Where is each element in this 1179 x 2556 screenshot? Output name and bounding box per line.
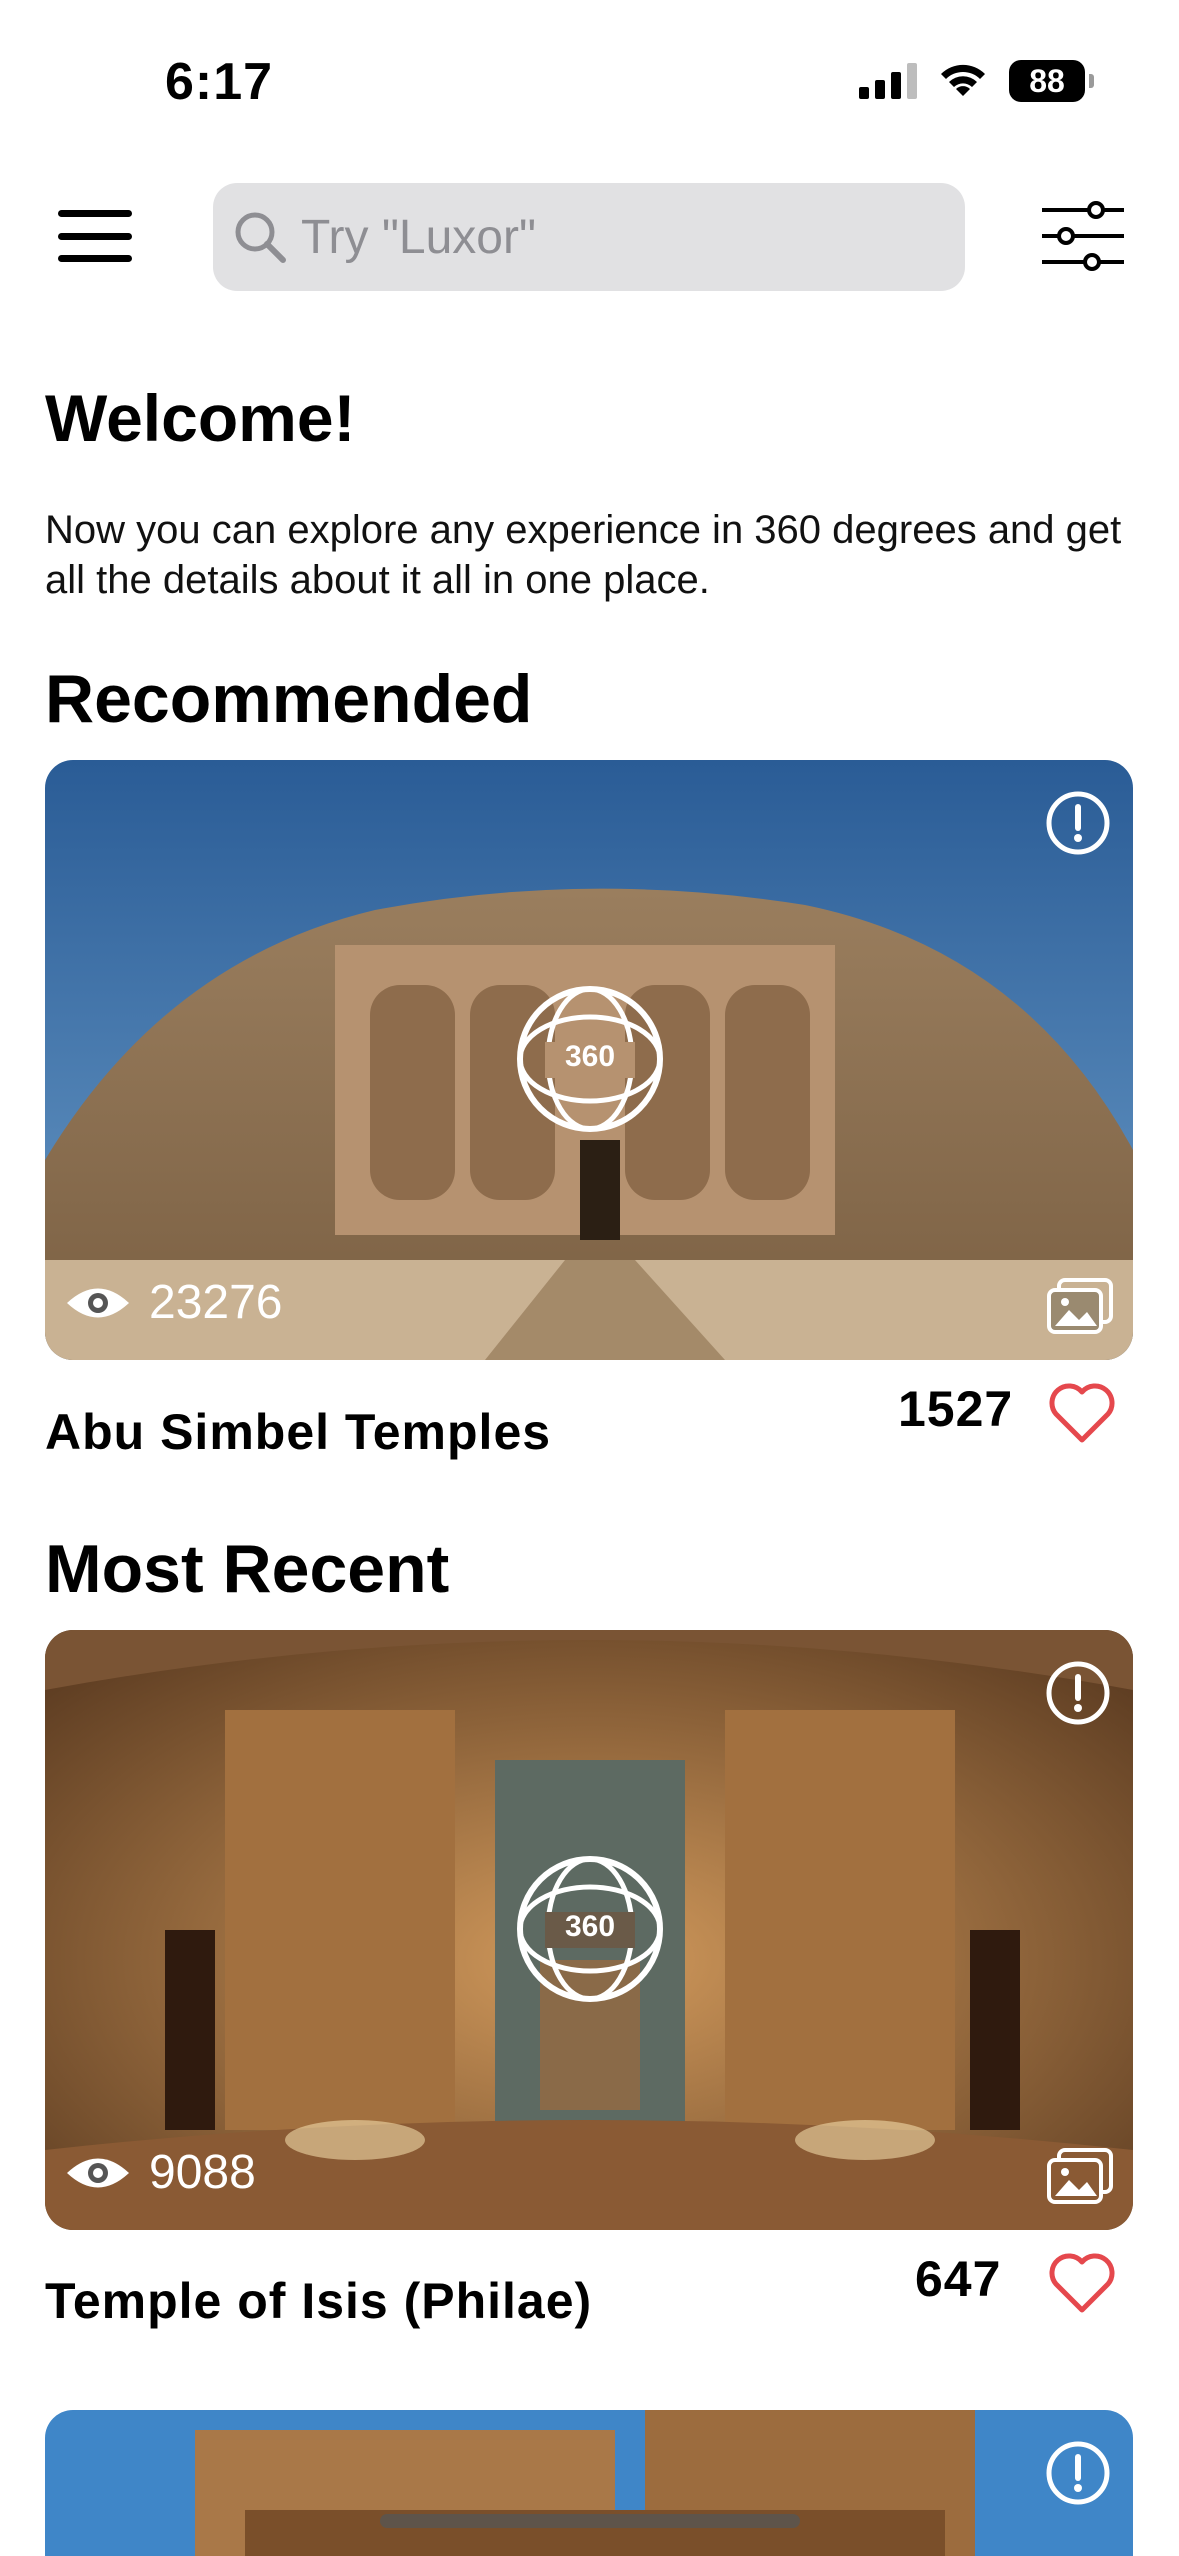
view-count-value: 23276	[149, 1276, 283, 1329]
signal-icon	[859, 63, 917, 99]
eye-icon	[67, 1288, 129, 1317]
status-time: 6:17	[165, 53, 274, 111]
hamburger-menu-button[interactable]	[58, 210, 132, 262]
gallery-icon[interactable]	[1047, 1278, 1113, 1334]
search-input[interactable]	[299, 208, 943, 266]
view-count: 23276	[65, 1275, 282, 1330]
eye-icon	[67, 2158, 129, 2187]
badge-360-label: 360	[564, 1910, 616, 1943]
info-icon[interactable]	[1045, 790, 1111, 856]
card-title[interactable]: Abu Simbel Temples	[45, 1403, 551, 1461]
wifi-icon	[941, 64, 985, 96]
most-recent-title: Most Recent	[45, 1531, 450, 1607]
card-title[interactable]: Temple of Isis (Philae)	[45, 2272, 592, 2330]
experience-card-image[interactable]	[45, 2410, 1133, 2556]
experience-card-image[interactable]: 360 9088	[45, 1630, 1133, 2230]
view-360-button[interactable]: 360	[515, 984, 665, 1134]
home-indicator[interactable]	[380, 2514, 800, 2528]
experience-card-image[interactable]: 360 23276	[45, 760, 1133, 1360]
info-icon[interactable]	[1045, 1660, 1111, 1726]
menu-line	[58, 210, 132, 217]
search-bar[interactable]	[213, 183, 965, 291]
like-count: 647	[915, 2251, 1002, 2307]
recommended-title: Recommended	[45, 661, 533, 737]
like-count: 1527	[898, 1381, 1014, 1437]
view-360-button[interactable]: 360	[515, 1854, 665, 2004]
filter-icon[interactable]	[1040, 200, 1126, 272]
heart-icon[interactable]	[1048, 2252, 1116, 2314]
badge-360-label: 360	[564, 1040, 616, 1073]
info-icon[interactable]	[1045, 2440, 1111, 2506]
search-icon	[235, 212, 286, 263]
welcome-title: Welcome!	[45, 381, 356, 455]
view-count-value: 9088	[149, 2146, 256, 2199]
menu-line	[58, 255, 132, 262]
gallery-icon[interactable]	[1047, 2148, 1113, 2204]
view-count: 9088	[65, 2145, 256, 2200]
heart-icon[interactable]	[1048, 1382, 1116, 1444]
battery-indicator: 88	[1009, 60, 1094, 102]
status-icons: 88	[859, 60, 1094, 102]
welcome-text: Now you can explore any experience in 36…	[45, 508, 1122, 602]
menu-line	[58, 232, 132, 240]
temple-photo	[45, 2410, 1133, 2556]
